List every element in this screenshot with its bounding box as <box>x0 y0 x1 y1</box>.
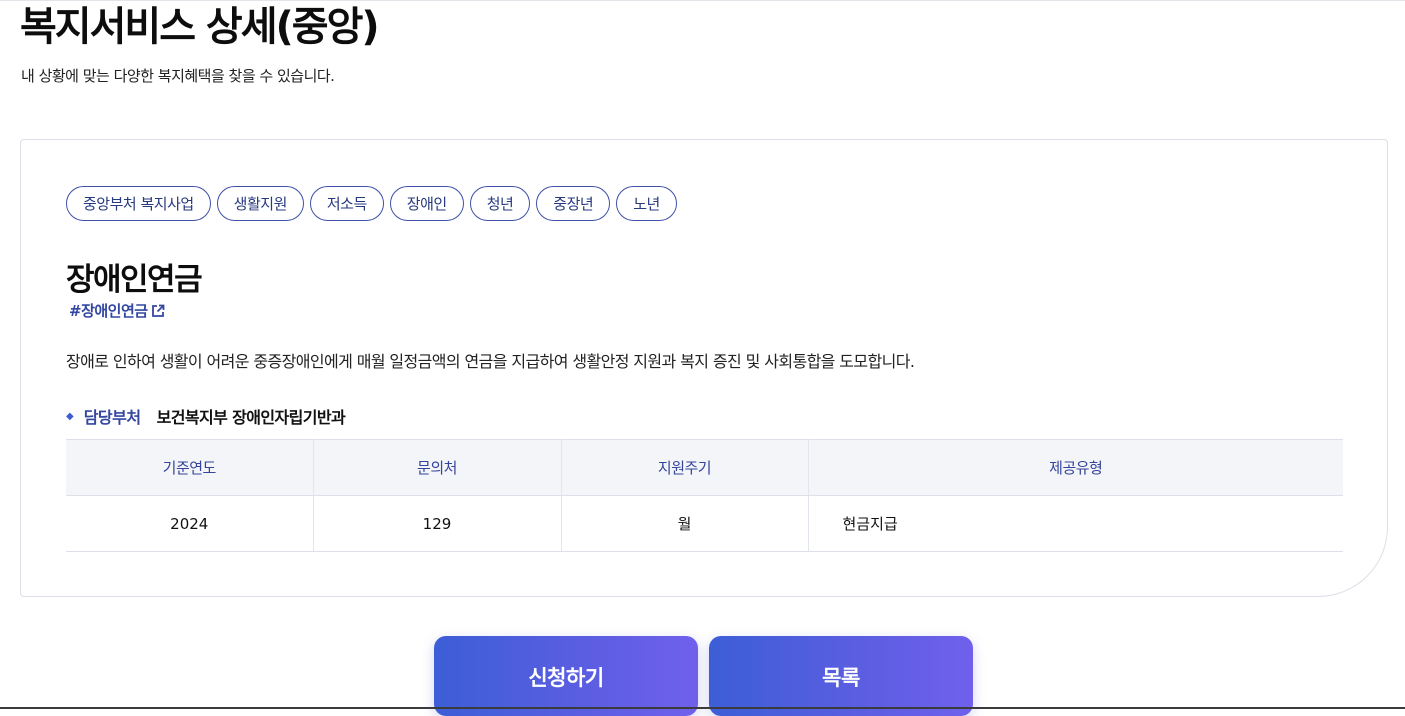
tag-youth[interactable]: 청년 <box>469 186 531 221</box>
list-button[interactable]: 목록 <box>709 636 973 716</box>
tag-elderly[interactable]: 노년 <box>616 186 677 221</box>
header-contact: 문의처 <box>313 439 562 496</box>
external-link-icon <box>151 304 165 318</box>
table-header-row: 기준연도 문의처 지원주기 제공유형 <box>66 439 1343 496</box>
apply-button[interactable]: 신청하기 <box>434 636 698 716</box>
page-title: 복지서비스 상세(중앙) <box>20 4 380 50</box>
tag-disabled[interactable]: 장애인 <box>389 186 464 221</box>
service-title: 장애인연금 <box>66 262 203 298</box>
table-row: 2024 129 월 현금지급 <box>66 495 1343 552</box>
header-base-year: 기준연도 <box>66 439 314 496</box>
tag-low-income[interactable]: 저소득 <box>309 186 384 221</box>
cell-support-cycle: 월 <box>561 495 809 552</box>
department-label: 담당부처 <box>83 408 141 427</box>
service-description: 장애로 인하여 생활이 어려운 중증장애인에게 매월 일정금액의 연금을 지급하… <box>66 352 915 371</box>
cell-provision-type: 현금지급 <box>808 495 1343 552</box>
header-provision-type: 제공유형 <box>808 439 1343 496</box>
department-row: ◆ 담당부처 보건복지부 장애인자립기반과 <box>66 404 346 428</box>
cell-contact: 129 <box>313 495 562 552</box>
service-detail-card: 중앙부처 복지사업 생활지원 저소득 장애인 청년 중장년 노년 장애인연금 #… <box>20 139 1388 597</box>
hashtag-label: #장애인연금 <box>69 302 148 320</box>
service-info-table: 기준연도 문의처 지원주기 제공유형 2024 129 월 현금지급 <box>66 439 1343 552</box>
cell-base-year: 2024 <box>66 495 314 552</box>
tag-central-ministry[interactable]: 중앙부처 복지사업 <box>66 186 211 221</box>
header-support-cycle: 지원주기 <box>561 439 809 496</box>
diamond-bullet-icon: ◆ <box>66 410 74 422</box>
service-hashtag-link[interactable]: #장애인연금 <box>69 300 165 321</box>
tag-list: 중앙부처 복지사업 생활지원 저소득 장애인 청년 중장년 노년 <box>66 186 677 221</box>
page-subtitle: 내 상황에 맞는 다양한 복지혜택을 찾을 수 있습니다. <box>21 67 335 85</box>
tag-middle-aged[interactable]: 중장년 <box>536 186 611 221</box>
tag-living-support[interactable]: 생활지원 <box>216 186 304 221</box>
department-value: 보건복지부 장애인자립기반과 <box>156 408 346 427</box>
